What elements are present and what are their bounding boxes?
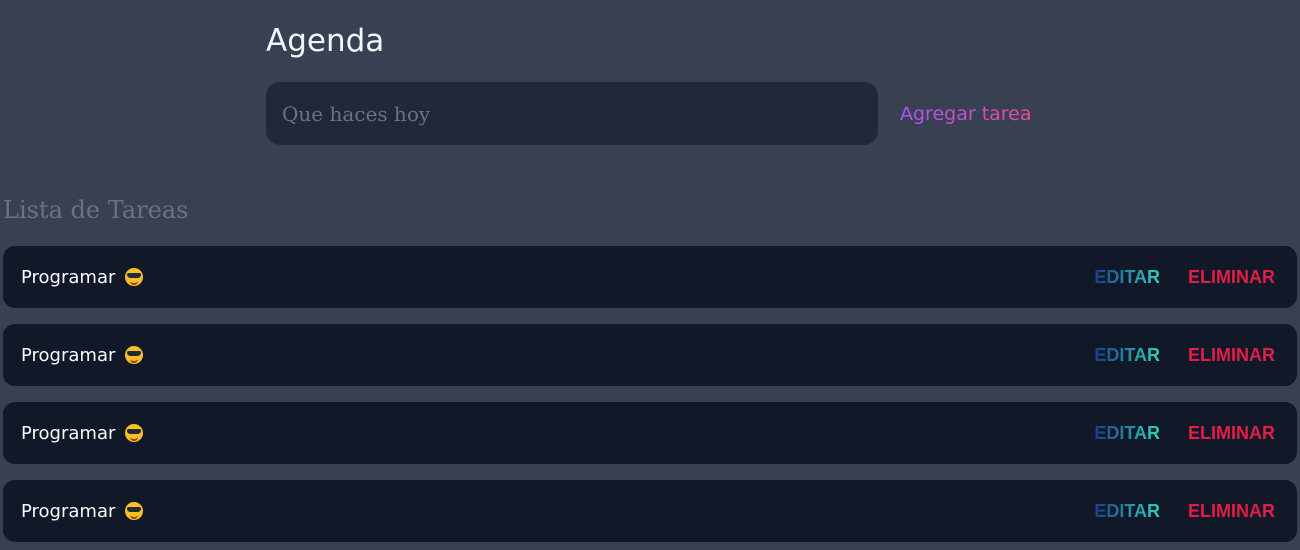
- task-list: Programar EDITAR ELIMINAR Programar EDIT…: [3, 246, 1297, 550]
- task-label: Programar: [21, 344, 116, 366]
- sunglasses-emoji-icon: [125, 502, 144, 520]
- delete-button[interactable]: ELIMINAR: [1188, 423, 1275, 444]
- header: Agenda: [266, 22, 384, 60]
- edit-button[interactable]: EDITAR: [1094, 423, 1160, 444]
- task-label: Programar: [21, 500, 116, 522]
- task-item: Programar EDITAR ELIMINAR: [3, 324, 1297, 386]
- task-actions: EDITAR ELIMINAR: [1094, 345, 1275, 366]
- task-item: Programar EDITAR ELIMINAR: [3, 402, 1297, 464]
- edit-button[interactable]: EDITAR: [1094, 345, 1160, 366]
- task-label: Programar: [21, 266, 116, 288]
- delete-button[interactable]: ELIMINAR: [1188, 267, 1275, 288]
- task-text: Programar: [21, 422, 144, 444]
- task-text: Programar: [21, 266, 144, 288]
- add-task-button[interactable]: Agregar tarea: [900, 103, 1032, 125]
- task-actions: EDITAR ELIMINAR: [1094, 501, 1275, 522]
- sunglasses-emoji-icon: [125, 346, 144, 364]
- add-task-form: Agregar tarea: [266, 82, 1032, 145]
- task-text: Programar: [21, 500, 144, 522]
- agenda-app: Agenda Agregar tarea Lista de Tareas Pro…: [0, 0, 1300, 550]
- delete-button[interactable]: ELIMINAR: [1188, 501, 1275, 522]
- task-actions: EDITAR ELIMINAR: [1094, 267, 1275, 288]
- edit-button[interactable]: EDITAR: [1094, 267, 1160, 288]
- task-list-title: Lista de Tareas: [3, 196, 189, 224]
- delete-button[interactable]: ELIMINAR: [1188, 345, 1275, 366]
- edit-button[interactable]: EDITAR: [1094, 501, 1160, 522]
- sunglasses-emoji-icon: [125, 268, 144, 286]
- sunglasses-emoji-icon: [125, 424, 144, 442]
- task-item: Programar EDITAR ELIMINAR: [3, 246, 1297, 308]
- task-input[interactable]: [266, 82, 878, 145]
- task-text: Programar: [21, 344, 144, 366]
- task-actions: EDITAR ELIMINAR: [1094, 423, 1275, 444]
- page-title: Agenda: [266, 23, 385, 59]
- task-item: Programar EDITAR ELIMINAR: [3, 480, 1297, 542]
- task-label: Programar: [21, 422, 116, 444]
